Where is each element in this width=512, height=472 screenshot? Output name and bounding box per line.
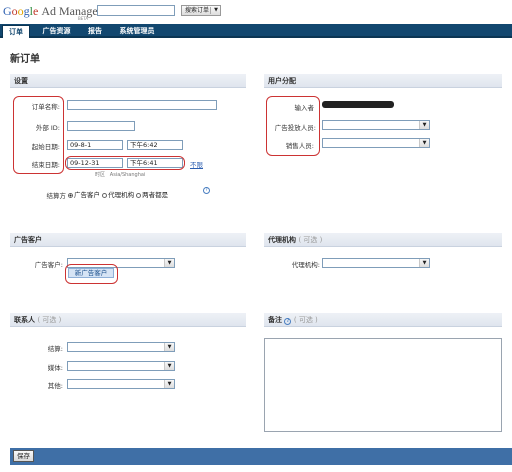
button-divider: [210, 7, 211, 14]
chevron-down-icon: ▼: [419, 259, 429, 267]
help-icon[interactable]: ?: [203, 187, 210, 194]
agency-select[interactable]: ▼: [322, 258, 430, 268]
start-time-input[interactable]: 下午6:42: [127, 140, 183, 150]
radio-both-label: 两者都是: [142, 191, 169, 199]
tab-admin[interactable]: 系统管理员: [112, 25, 162, 37]
chevron-down-icon: ▼: [419, 121, 429, 129]
advertiser-label: 广告客户:: [34, 261, 63, 269]
contacts-panel-header: 联系人 ( 可选 ): [10, 313, 246, 327]
footer-bar: [10, 448, 512, 465]
search-orders-button[interactable]: 搜索订单 ▼: [181, 5, 221, 16]
contact-media-label: 媒体:: [47, 364, 63, 372]
settlement-label: 结算方: [46, 192, 67, 200]
beta-badge: BETA: [78, 16, 89, 21]
ad-trafficker-select[interactable]: ▼: [322, 120, 430, 130]
chevron-down-icon: ▼: [419, 139, 429, 147]
radio-advertiser-label: 广告客户: [74, 191, 100, 199]
notes-heading: 备注: [268, 316, 282, 324]
order-name-label: 订单名称:: [31, 103, 60, 111]
contacts-optional-tag: ( 可选 ): [37, 316, 62, 324]
contact-settlement-label: 结算:: [47, 345, 63, 353]
chevron-down-icon: ▼: [164, 343, 174, 351]
notes-textarea[interactable]: [264, 338, 502, 432]
save-button[interactable]: 保存: [13, 450, 34, 462]
salesperson-label: 销售人员:: [285, 142, 314, 150]
radio-advertiser[interactable]: [68, 193, 73, 198]
page-title: 新订单: [10, 54, 40, 65]
radio-both[interactable]: [136, 193, 142, 198]
tab-orders[interactable]: 订单: [2, 25, 30, 38]
help-icon[interactable]: ?: [284, 318, 292, 325]
user-assignment-header: 用户分配: [264, 74, 502, 88]
start-date-label: 起始日期:: [31, 143, 60, 151]
tab-reports[interactable]: 报告: [84, 25, 106, 37]
start-date-input[interactable]: 09-8-1: [67, 140, 123, 150]
logo-product-name: Ad Manager: [41, 4, 102, 18]
new-advertiser-button[interactable]: 新广告客户: [68, 268, 114, 278]
salesperson-select[interactable]: ▼: [322, 138, 430, 148]
contact-settlement-select[interactable]: ▼: [67, 342, 175, 352]
end-date-highlight: [65, 156, 185, 170]
chevron-down-icon[interactable]: ▼: [214, 6, 218, 15]
external-id-input[interactable]: [67, 121, 135, 131]
settlement-radio-group: 广告客户 代理机构 两者都是: [68, 189, 168, 199]
unlimited-link[interactable]: 不限: [190, 159, 203, 169]
agency-panel-header: 代理机构 ( 可选 ): [264, 233, 502, 247]
timezone-hint: 时区 Asia/Shanghai: [95, 171, 145, 178]
agency-optional-tag: ( 可选 ): [298, 236, 323, 244]
contact-media-select[interactable]: ▼: [67, 361, 175, 371]
end-date-label: 结束日期:: [31, 161, 60, 169]
timezone-value: Asia/Shanghai: [109, 172, 146, 178]
radio-agency[interactable]: [102, 193, 108, 198]
input-by-value-redacted: [322, 101, 394, 108]
chevron-down-icon: ▼: [164, 380, 174, 388]
advertiser-panel-header: 广告客户: [10, 233, 246, 247]
agency-heading: 代理机构: [268, 236, 296, 244]
ad-trafficker-label: 广告投放人员:: [274, 124, 316, 132]
contact-other-select[interactable]: ▼: [67, 379, 175, 389]
notes-panel-header: 备注 ? ( 可选 ): [264, 313, 502, 327]
search-orders-label: 搜索订单: [185, 7, 210, 14]
chevron-down-icon: ▼: [164, 362, 174, 370]
tab-inventory[interactable]: 广告资源: [35, 25, 78, 37]
radio-agency-label: 代理机构: [108, 191, 135, 199]
order-name-input[interactable]: [67, 100, 217, 110]
notes-optional-tag: ( 可选 ): [293, 316, 318, 324]
timezone-label: 时区: [95, 172, 106, 178]
agency-label: 代理机构:: [291, 261, 320, 269]
settings-panel-header: 设置: [10, 74, 246, 88]
contact-other-label: 其他:: [47, 382, 63, 390]
contacts-heading: 联系人: [14, 316, 35, 324]
chevron-down-icon: ▼: [164, 259, 174, 267]
search-input[interactable]: [97, 5, 175, 16]
external-id-label: 外部 ID:: [35, 124, 60, 132]
input-by-label: 输入者: [294, 104, 315, 112]
